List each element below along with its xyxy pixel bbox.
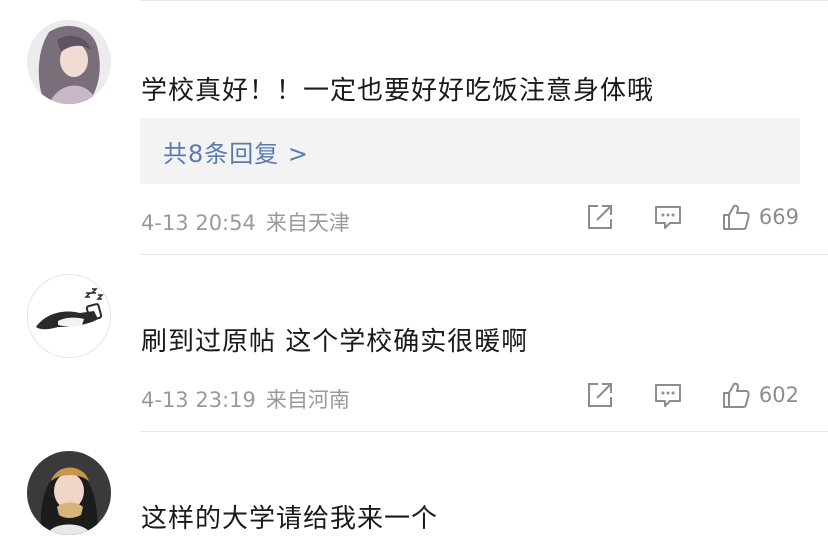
like-button[interactable]: 669 xyxy=(721,202,799,232)
view-replies-link[interactable]: 共8条回复 > xyxy=(140,118,800,184)
comment-divider xyxy=(140,254,828,255)
avatar-image xyxy=(28,275,110,357)
share-button[interactable] xyxy=(585,202,615,232)
thumbs-up-icon xyxy=(722,382,750,408)
thumbs-up-icon xyxy=(722,204,750,230)
comment-time: 4-13 23:19 xyxy=(141,388,256,412)
comment-time: 4-13 20:54 xyxy=(141,211,256,235)
like-button[interactable]: 602 xyxy=(721,380,799,410)
user-avatar[interactable] xyxy=(27,20,111,104)
comment-meta: 4-13 23:19 来自河南 xyxy=(141,384,350,414)
share-button[interactable] xyxy=(585,380,615,410)
comment-button[interactable] xyxy=(653,380,683,410)
user-avatar[interactable] xyxy=(27,451,111,535)
comment-divider xyxy=(140,431,828,432)
replies-label: 共8条回复 > xyxy=(163,139,310,168)
top-divider xyxy=(140,0,828,1)
user-avatar[interactable] xyxy=(27,274,111,358)
comment-icon xyxy=(654,384,681,407)
comment-location: 来自天津 xyxy=(265,211,350,235)
comment-button[interactable] xyxy=(653,202,683,232)
comment-actions: 669 xyxy=(585,202,799,232)
comment-location: 来自河南 xyxy=(265,388,350,412)
comment-actions: 602 xyxy=(585,380,799,410)
comment-text: 刷到过原帖 这个学校确实很暖啊 xyxy=(141,327,529,357)
share-icon xyxy=(587,205,612,229)
like-count: 602 xyxy=(758,383,799,407)
comment-text: 这样的大学请给我来一个 xyxy=(141,504,439,534)
comment-icon xyxy=(654,206,681,229)
comment-meta: 4-13 20:54 来自天津 xyxy=(141,207,350,237)
comment-text: 学校真好！！一定也要好好吃饭注意身体哦 xyxy=(141,76,655,106)
avatar-image xyxy=(27,20,111,104)
share-icon xyxy=(587,383,612,407)
like-count: 669 xyxy=(758,205,799,229)
avatar-image xyxy=(27,451,111,535)
